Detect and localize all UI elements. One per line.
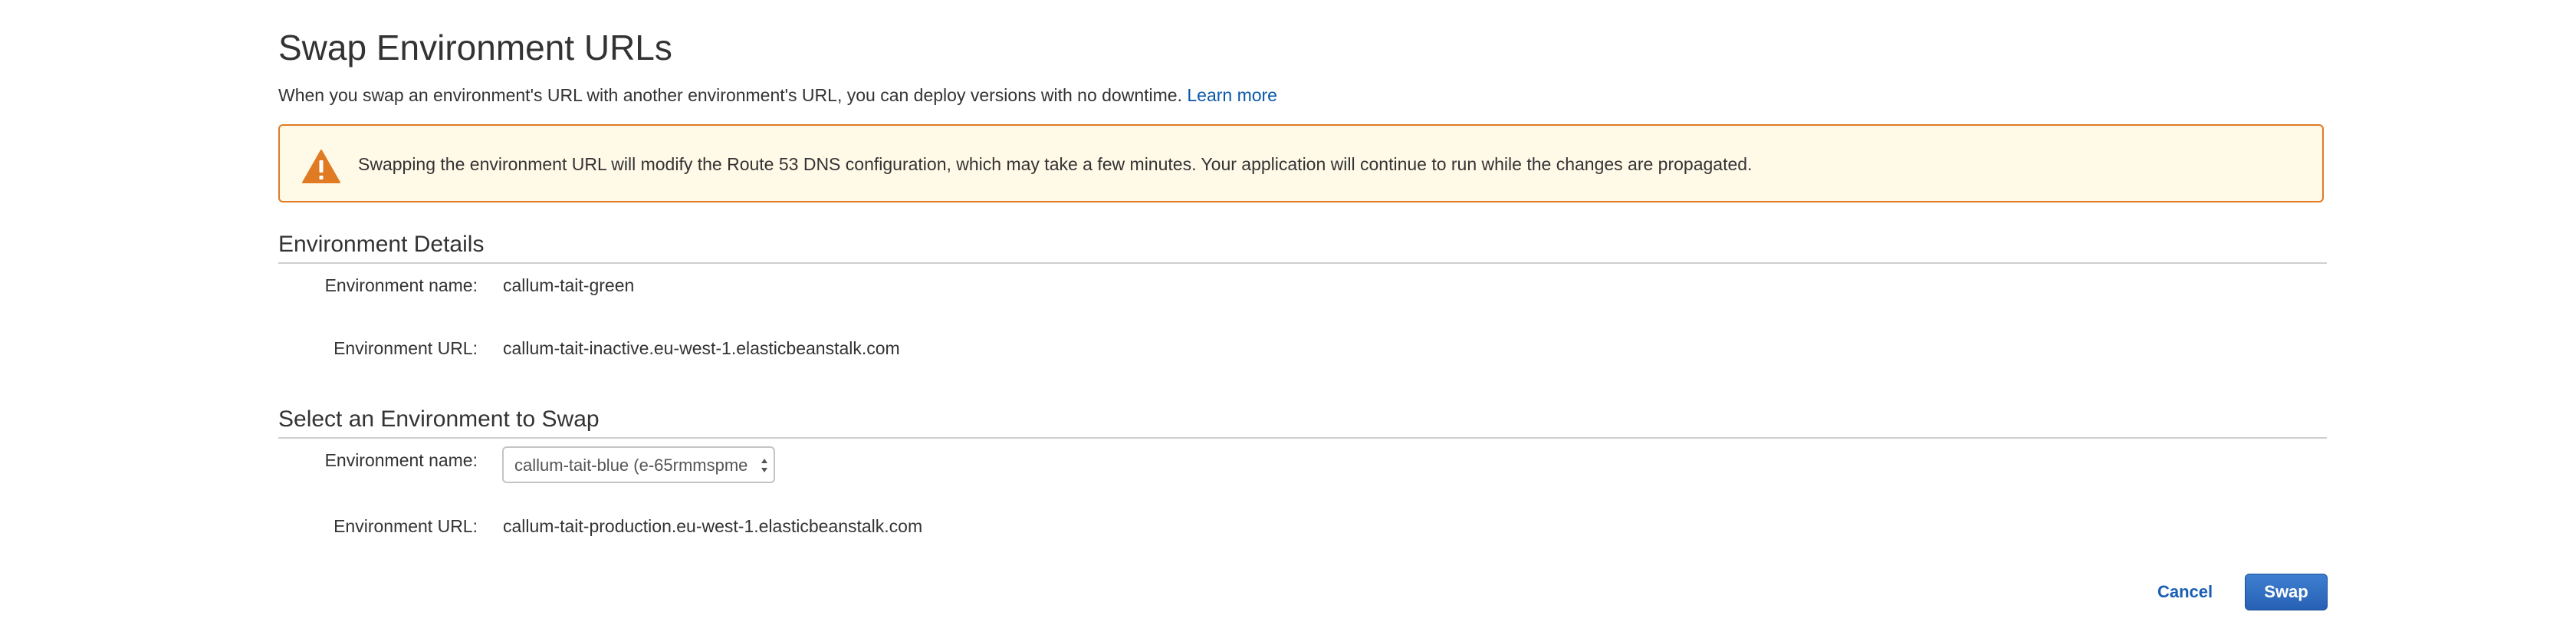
select-environment-heading: Select an Environment to Swap [278,405,2327,439]
swap-environment-url-value: callum-tait-production.eu-west-1.elastic… [503,516,923,536]
intro-description: When you swap an environment's URL with … [278,83,1277,107]
environment-url-label: Environment URL: [334,338,478,358]
environment-select-value: callum-tait-blue (e-65rmmspme [514,456,748,475]
environment-select[interactable]: callum-tait-blue (e-65rmmspme [502,446,775,483]
environment-url-value: callum-tait-inactive.eu-west-1.elasticbe… [503,338,900,358]
swap-button[interactable]: Swap [2245,574,2328,610]
alert-message: Swapping the environment URL will modify… [358,154,1753,174]
environment-name-label: Environment name: [324,275,478,295]
warning-alert: Swapping the environment URL will modify… [278,124,2324,202]
environment-name-value: callum-tait-green [503,275,635,295]
swap-environment-name-label: Environment name: [324,450,478,470]
learn-more-link[interactable]: Learn more [1187,85,1277,105]
environment-details-heading: Environment Details [278,230,2327,264]
swap-environment-url-label: Environment URL: [334,516,478,536]
page-title: Swap Environment URLs [278,28,672,67]
select-arrows-icon [760,456,769,475]
intro-text: When you swap an environment's URL with … [278,85,1182,105]
warning-icon [302,150,340,183]
cancel-button[interactable]: Cancel [2157,580,2213,604]
